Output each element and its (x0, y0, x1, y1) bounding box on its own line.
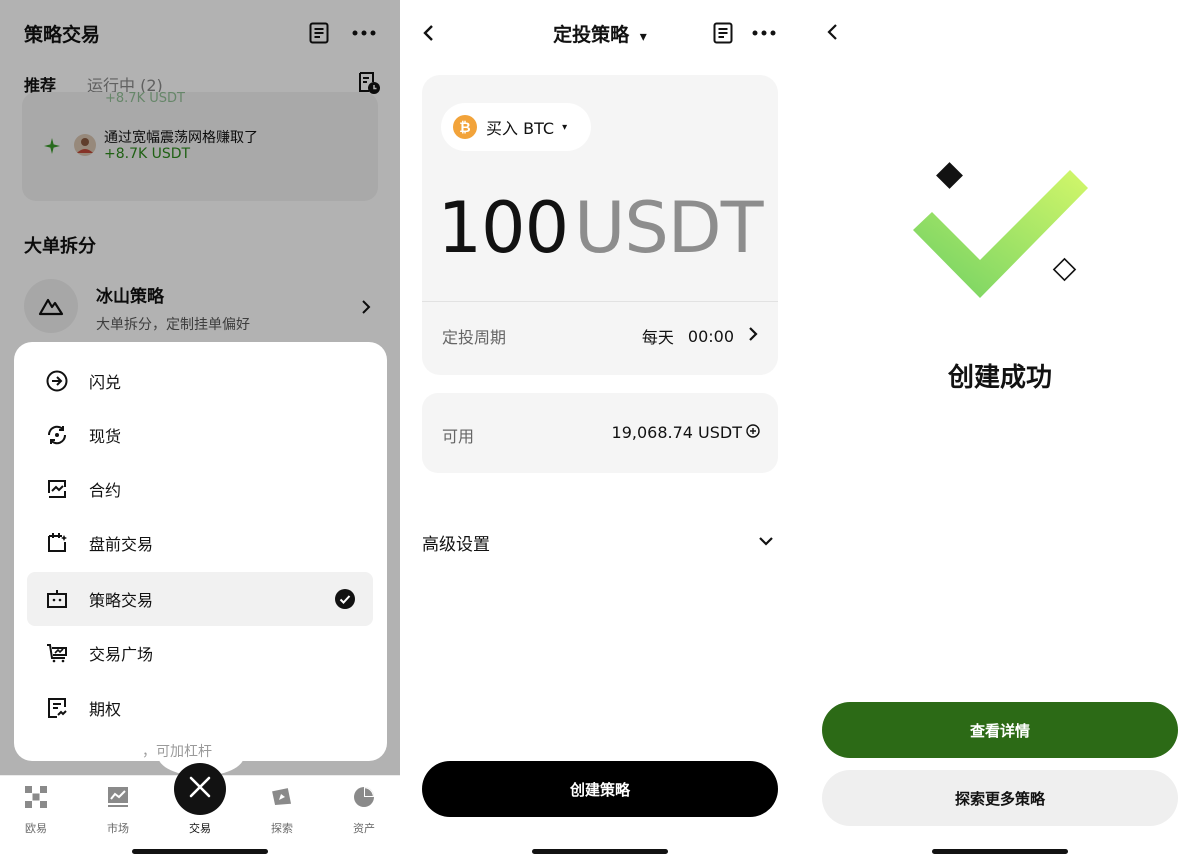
tab-label: 市场 (107, 822, 129, 835)
premarket-icon (45, 531, 77, 555)
title-caret-icon: ▾ (639, 29, 647, 45)
trade-menu-sheet: 闪兑 现货 合约 盘前交易 策略交易 交易广场 期权 (14, 342, 387, 761)
home-indicator (532, 849, 668, 854)
success-check-icon (910, 160, 1095, 309)
menu-item-convert[interactable]: 闪兑 (27, 354, 373, 408)
available-card: 可用 19,068.74 USDT (422, 393, 778, 473)
close-icon (188, 775, 212, 803)
period-label: 定投周期 (442, 328, 507, 347)
menu-item-strategy[interactable]: 策略交易 (27, 572, 373, 626)
menu-item-spot[interactable]: 现货 (27, 408, 373, 462)
period-selector[interactable]: 每天 00:00 (642, 324, 758, 348)
success-title: 创建成功 (947, 363, 1052, 393)
back-icon[interactable] (826, 23, 838, 41)
tab-label: 探索 (271, 822, 293, 835)
home-indicator (932, 849, 1068, 854)
futures-icon (45, 477, 77, 501)
tab-explore[interactable]: 探索 (252, 786, 312, 836)
menu-item-label: 策略交易 (89, 591, 154, 610)
tab-label: 欧易 (25, 822, 47, 835)
menu-item-label: 交易广场 (89, 645, 154, 664)
amount-value: 100 (437, 187, 570, 269)
menu-item-premarket[interactable]: 盘前交易 (27, 516, 373, 570)
middle-panel: 定投策略 ▾ ₿ 买入 BTC ▾ 100USDT 定投周期 每天 00:00 … (400, 0, 800, 861)
amount-currency: USDT (574, 187, 763, 269)
period-frequency: 每天 (641, 328, 674, 347)
coin-selector-label: 买入 BTC (486, 119, 555, 138)
tab-assets[interactable]: 资产 (334, 786, 394, 836)
right-panel: 创建成功 查看详情 探索更多策略 (800, 0, 1200, 861)
menu-item-marketplace[interactable]: 交易广场 (27, 626, 373, 680)
available-value: 19,068.74 USDT (611, 423, 742, 442)
chart-icon (88, 786, 148, 812)
pie-icon (334, 786, 394, 812)
more-icon[interactable] (752, 30, 776, 36)
market-icon (45, 641, 77, 665)
menu-item-label: 现货 (89, 427, 122, 446)
chevron-right-icon (748, 326, 758, 346)
coin-selector[interactable]: ₿ 买入 BTC ▾ (441, 103, 591, 151)
doc-icon[interactable] (713, 22, 733, 44)
view-details-button[interactable]: 查看详情 (822, 702, 1178, 758)
amount-input[interactable]: 100USDT (422, 187, 778, 269)
spot-icon (45, 423, 77, 447)
advanced-settings-label[interactable]: 高级设置 (422, 530, 490, 555)
options-icon (45, 696, 77, 720)
chevron-down-icon[interactable] (758, 536, 774, 546)
compass-icon (252, 786, 312, 812)
left-panel: 策略交易 推荐 运行中 (2) +8.7K USDT 通过宽幅震荡网格赚取了 +… (0, 0, 400, 861)
menu-item-futures[interactable]: 合约 (27, 462, 373, 516)
okx-logo-icon (6, 786, 66, 812)
close-menu-button[interactable] (174, 763, 226, 815)
tab-label: 资产 (353, 822, 375, 835)
menu-item-label: 盘前交易 (89, 535, 154, 554)
divider (422, 301, 778, 302)
tab-market[interactable]: 市场 (88, 786, 148, 836)
hidden-desc-text: ，可加杠杆 (142, 744, 212, 760)
explore-more-button[interactable]: 探索更多策略 (822, 770, 1178, 826)
menu-item-options[interactable]: 期权 (27, 681, 373, 735)
amount-card: ₿ 买入 BTC ▾ 100USDT 定投周期 每天 00:00 (422, 75, 778, 375)
menu-item-label: 期权 (89, 700, 122, 719)
menu-item-label: 合约 (89, 481, 122, 500)
tab-home[interactable]: 欧易 (6, 786, 66, 836)
page-title[interactable]: 定投策略 ▾ (400, 20, 800, 47)
btc-icon: ₿ (453, 115, 477, 139)
caret-down-icon: ▾ (562, 121, 568, 133)
tab-label: 交易 (189, 822, 211, 835)
available-balance: 19,068.74 USDT (612, 423, 760, 442)
create-strategy-button[interactable]: 创建策略 (422, 761, 778, 817)
available-label: 可用 (442, 427, 475, 446)
home-indicator (132, 849, 268, 854)
period-time: 00:00 (687, 326, 734, 346)
bot-icon (45, 587, 77, 611)
add-funds-icon[interactable] (746, 423, 760, 442)
swap-icon (45, 369, 77, 393)
menu-item-label: 闪兑 (89, 373, 122, 392)
selected-check-icon (335, 589, 355, 609)
